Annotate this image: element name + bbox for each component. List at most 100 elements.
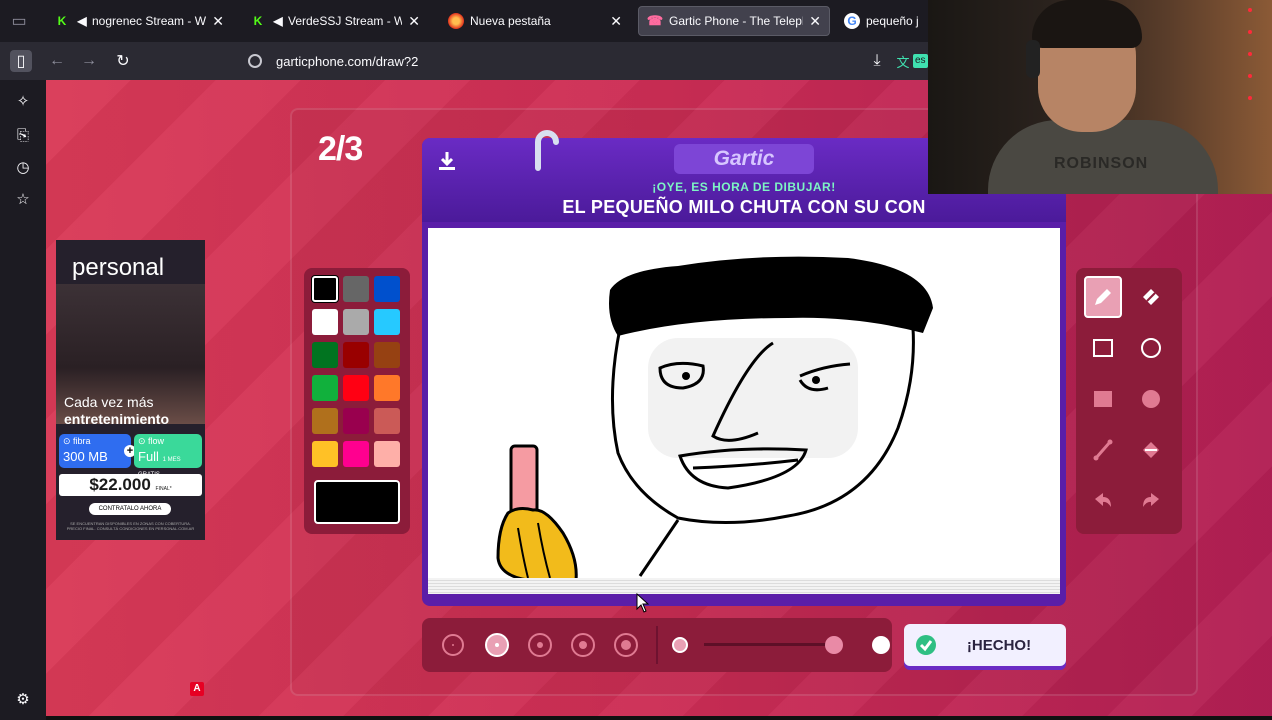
pencil-icon[interactable]	[1084, 276, 1122, 318]
brush-size-dot	[452, 644, 454, 646]
ad-price: $22.000 FINAL*	[59, 474, 202, 496]
eraser-icon[interactable]	[1132, 276, 1170, 318]
brush-size-dot	[495, 643, 499, 647]
firefox-icon	[448, 13, 464, 29]
circle-outline-icon[interactable]	[1132, 327, 1170, 369]
translate-icon[interactable]: 文	[892, 50, 914, 72]
tab-1[interactable]: K ◀ nogrenec Stream - Watch ✕	[46, 6, 232, 36]
color-swatch[interactable]	[374, 276, 400, 302]
ad-cta-button[interactable]: CONTRATALO AHORA	[89, 503, 171, 515]
brush-size-option[interactable]	[528, 633, 552, 657]
opacity-slider-track[interactable]	[704, 643, 834, 646]
current-color-preview	[314, 480, 400, 524]
string-lights	[1248, 8, 1252, 100]
circle-fill-icon[interactable]	[1132, 378, 1170, 420]
settings-gear-icon[interactable]: ⚙	[14, 690, 32, 708]
bucket-icon[interactable]	[1132, 429, 1170, 471]
color-swatch[interactable]	[312, 309, 338, 335]
url-text: garticphone.com/draw?2	[276, 53, 419, 69]
color-swatch[interactable]	[374, 309, 400, 335]
round-counter: 2/3	[318, 130, 363, 168]
redo-icon[interactable]	[1132, 480, 1170, 522]
gartic-icon: ☎	[646, 13, 664, 28]
line-icon[interactable]	[1084, 429, 1122, 471]
translate-badge[interactable]: es	[913, 54, 928, 68]
color-swatch[interactable]	[374, 441, 400, 467]
color-swatch[interactable]	[343, 375, 369, 401]
ad-fibra-badge: ⊙ fibra 300 MB	[59, 434, 131, 468]
color-swatch[interactable]	[343, 441, 369, 467]
ad-legal-text: SE ENCUENTRAN DISPONIBLES EN ZONAS CON C…	[66, 521, 195, 531]
brush-size-option[interactable]	[442, 634, 464, 656]
sidebar-toggle-icon[interactable]: ▯	[10, 50, 32, 72]
close-tab-icon[interactable]: ✕	[408, 13, 420, 30]
close-tab-icon[interactable]: ✕	[809, 13, 821, 30]
back-icon[interactable]: ←	[46, 50, 68, 72]
opacity-slider-handle[interactable]	[825, 636, 843, 654]
bookmarks-icon[interactable]: ☆	[14, 190, 32, 208]
brush-size-dot	[621, 640, 631, 650]
muted-speaker-icon[interactable]: ◀	[76, 13, 88, 29]
tab-3[interactable]: Nueva pestaña ✕	[440, 6, 630, 36]
history-icon[interactable]: ◷	[14, 158, 32, 176]
done-button[interactable]: ¡HECHO!	[904, 624, 1066, 666]
color-swatch[interactable]	[312, 408, 338, 434]
color-swatch[interactable]	[374, 342, 400, 368]
color-swatch[interactable]	[343, 309, 369, 335]
forward-icon[interactable]: →	[78, 50, 100, 72]
brush-size-bar	[422, 618, 892, 672]
opacity-max-knob[interactable]	[872, 636, 890, 654]
ad-brand: personal	[72, 254, 165, 281]
taskbar-edge	[46, 716, 1272, 720]
hook-icon	[535, 130, 559, 171]
color-swatch[interactable]	[312, 375, 338, 401]
drawing-board: Gartic ¡OYE, ES HORA DE DIBUJAR! EL PEQU…	[422, 130, 1066, 606]
drawing-canvas[interactable]	[428, 228, 1060, 594]
check-icon	[916, 635, 936, 655]
close-tab-icon[interactable]: ✕	[212, 13, 224, 30]
toolbar-separator	[656, 626, 658, 664]
ad-fibra-label: fibra	[73, 436, 91, 446]
tab-title: Nueva pestaña	[470, 14, 551, 28]
tab-4-active[interactable]: ☎ Gartic Phone - The Telephone ✕	[638, 6, 830, 36]
url-bar[interactable]: garticphone.com/draw?2	[240, 47, 930, 75]
install-app-icon[interactable]: ⤓	[866, 50, 888, 72]
tab-overview-icon[interactable]: ▭	[8, 10, 30, 32]
opacity-min-knob[interactable]	[672, 637, 688, 653]
undo-icon[interactable]	[1084, 480, 1122, 522]
rectangle-fill-icon[interactable]	[1084, 378, 1122, 420]
download-icon[interactable]	[436, 150, 458, 172]
color-swatch[interactable]	[312, 276, 338, 302]
color-palette	[304, 268, 410, 534]
ad-choices-icon[interactable]: A	[190, 682, 204, 696]
advertisement[interactable]: personal Cada vez más entretenimiento ⊙ …	[56, 240, 205, 540]
color-swatch[interactable]	[312, 441, 338, 467]
color-swatch[interactable]	[374, 408, 400, 434]
kick-icon: K	[57, 14, 67, 28]
synced-tabs-icon[interactable]: ⎘	[14, 126, 32, 144]
color-swatch[interactable]	[343, 408, 369, 434]
brush-size-option[interactable]	[485, 633, 509, 657]
draw-prompt: EL PEQUEÑO MILO CHUTA CON SU CON	[562, 197, 926, 217]
brush-size-option[interactable]	[614, 633, 638, 657]
ai-chat-icon[interactable]: ✧	[14, 92, 32, 110]
color-swatch[interactable]	[343, 276, 369, 302]
reload-icon[interactable]: ↻	[112, 50, 134, 72]
color-swatch[interactable]	[374, 375, 400, 401]
webcam-overlay: ROBINSON	[928, 0, 1272, 194]
tab-title: nogrenec Stream - Watch	[92, 14, 206, 28]
kick-icon: K	[253, 14, 263, 28]
brush-size-option[interactable]	[571, 633, 595, 657]
rectangle-outline-icon[interactable]	[1084, 327, 1122, 369]
gartic-logo: Gartic	[674, 144, 814, 174]
site-info-icon[interactable]	[248, 54, 262, 68]
close-tab-icon[interactable]: ✕	[610, 13, 622, 30]
ad-price-value: $22.000	[89, 475, 151, 494]
tab-2[interactable]: K ◀ VerdeSSJ Stream - Watch ✕	[242, 6, 428, 36]
streamer-hair	[1032, 0, 1142, 48]
color-swatch[interactable]	[312, 342, 338, 368]
tab-5[interactable]: G pequeño j - B	[836, 6, 928, 36]
muted-speaker-icon[interactable]: ◀	[272, 13, 284, 29]
color-swatch[interactable]	[343, 342, 369, 368]
drawing-hair	[609, 256, 933, 336]
